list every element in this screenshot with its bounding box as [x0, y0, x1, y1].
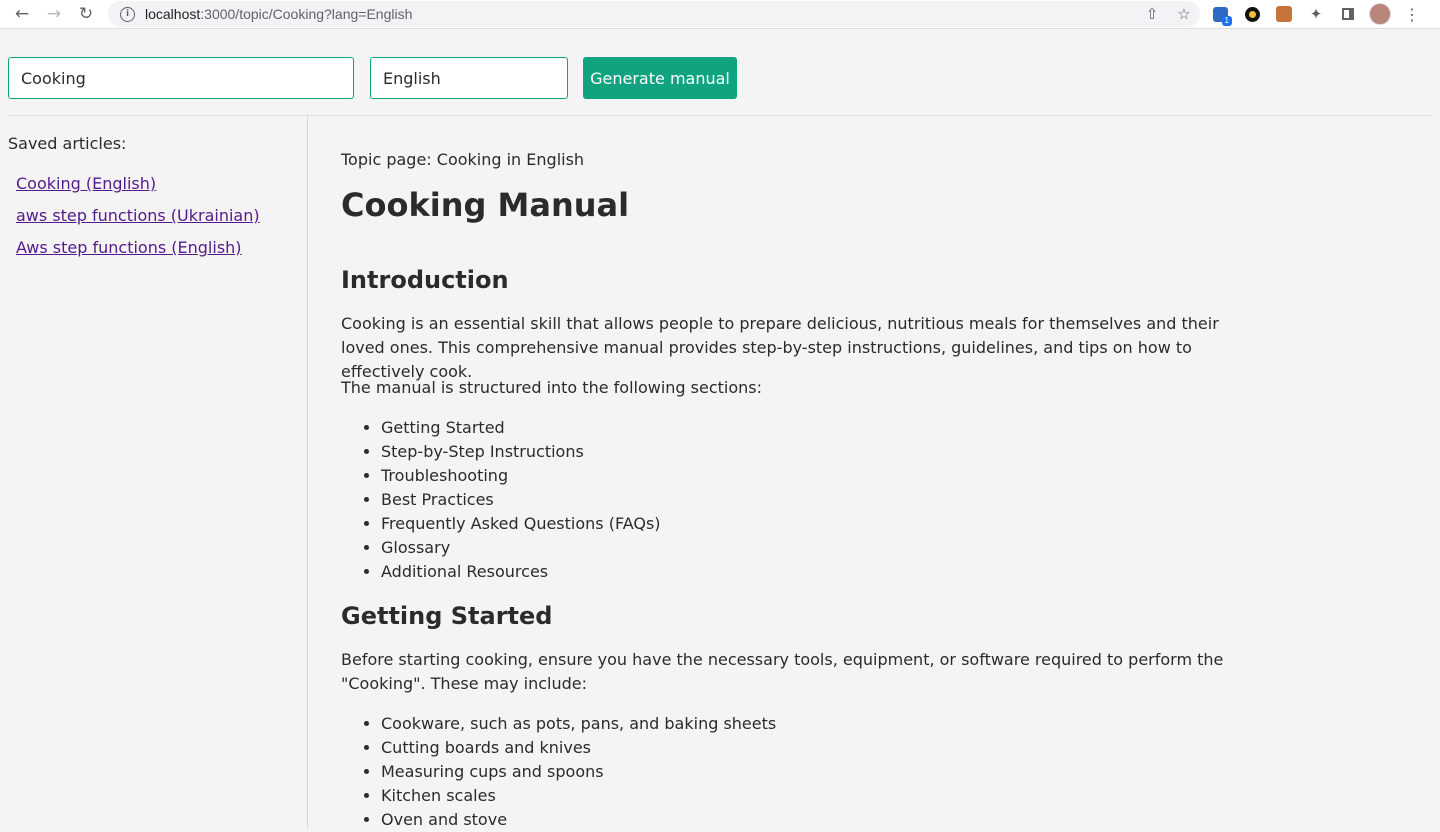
list-item: Kitchen scales — [381, 784, 776, 808]
extension-coin-icon[interactable] — [1236, 0, 1268, 29]
page-title: Cooking Manual — [341, 186, 630, 224]
back-icon[interactable]: ← — [6, 0, 38, 29]
list-item: Measuring cups and spoons — [381, 760, 776, 784]
tools-list: Cookware, such as pots, pans, and baking… — [341, 712, 776, 832]
introduction-heading: Introduction — [341, 266, 509, 294]
generator-form: Generate manual — [0, 57, 1440, 99]
url-text[interactable]: localhost:3000/topic/Cooking?lang=Englis… — [145, 6, 412, 22]
list-item: Additional Resources — [381, 560, 661, 584]
profile-avatar[interactable] — [1364, 0, 1396, 29]
topic-input[interactable] — [8, 57, 354, 99]
url-path: :3000/topic/Cooking?lang=English — [200, 6, 413, 22]
extensions-puzzle-icon[interactable]: ✦ — [1300, 0, 1332, 29]
address-bar[interactable]: i localhost:3000/topic/Cooking?lang=Engl… — [108, 1, 1200, 27]
list-item: Frequently Asked Questions (FAQs) — [381, 512, 661, 536]
list-item: Oven and stove — [381, 808, 776, 832]
side-panel-icon[interactable] — [1332, 0, 1364, 29]
extension-translate-icon[interactable]: 1 — [1204, 0, 1236, 29]
structure-paragraph: The manual is structured into the follow… — [341, 378, 763, 397]
extension-avatar-icon[interactable] — [1268, 0, 1300, 29]
getting-started-paragraph: Before starting cooking, ensure you have… — [341, 650, 1224, 693]
list-item: Troubleshooting — [381, 464, 661, 488]
topic-page-line: Topic page: Cooking in English — [341, 150, 585, 169]
sections-list: Getting Started Step-by-Step Instruction… — [341, 416, 661, 584]
saved-article-item: Aws step functions (English) — [16, 238, 260, 270]
list-item: Glossary — [381, 536, 661, 560]
saved-article-link-cooking-english[interactable]: Cooking (English) — [16, 174, 156, 193]
saved-articles-sidebar: Saved articles: Cooking (English) aws st… — [0, 116, 308, 829]
reload-icon[interactable]: ↻ — [70, 0, 102, 29]
share-icon[interactable]: ⇧ — [1136, 5, 1168, 23]
list-item: Cutting boards and knives — [381, 736, 776, 760]
list-item: Step-by-Step Instructions — [381, 440, 661, 464]
extension-badge: 1 — [1221, 15, 1232, 26]
browser-toolbar: ← → ↻ i localhost:3000/topic/Cooking?lan… — [0, 0, 1440, 29]
list-item: Getting Started — [381, 416, 661, 440]
browser-menu-icon[interactable]: ⋮ — [1396, 0, 1428, 29]
saved-articles-list: Cooking (English) aws step functions (Uk… — [16, 174, 260, 270]
saved-article-item: Cooking (English) — [16, 174, 260, 206]
url-host: localhost — [145, 6, 201, 22]
bookmark-star-icon[interactable]: ☆ — [1168, 5, 1200, 23]
saved-article-item: aws step functions (Ukrainian) — [16, 206, 260, 238]
list-item: Best Practices — [381, 488, 661, 512]
list-item: Cookware, such as pots, pans, and baking… — [381, 712, 776, 736]
forward-icon[interactable]: → — [38, 0, 70, 29]
language-input[interactable] — [370, 57, 568, 99]
saved-article-link-aws-ukrainian[interactable]: aws step functions (Ukrainian) — [16, 206, 260, 225]
getting-started-heading: Getting Started — [341, 602, 553, 630]
generate-manual-button[interactable]: Generate manual — [583, 57, 737, 99]
saved-articles-label: Saved articles: — [8, 134, 127, 153]
info-icon[interactable]: i — [120, 6, 135, 22]
saved-article-link-aws-english[interactable]: Aws step functions (English) — [16, 238, 242, 257]
introduction-paragraph: Cooking is an essential skill that allow… — [341, 314, 1219, 381]
